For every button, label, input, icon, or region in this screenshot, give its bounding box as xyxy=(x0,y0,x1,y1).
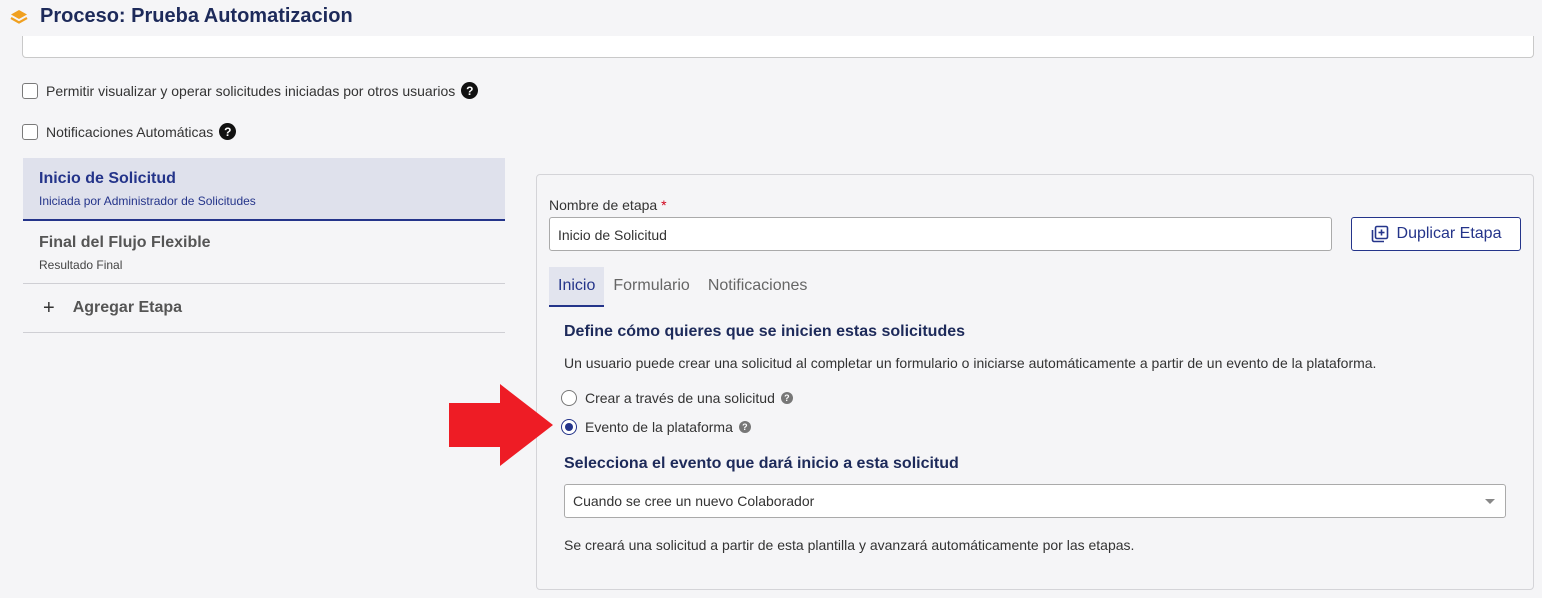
stage-name-label: Nombre de etapa * xyxy=(549,197,667,213)
tab-formulario[interactable]: Formulario xyxy=(604,267,698,307)
plus-icon: + xyxy=(43,296,55,319)
auto-notifications-label: Notificaciones Automáticas xyxy=(46,123,214,140)
stage-subtitle: Iniciada por Administrador de Solicitude… xyxy=(39,194,256,208)
duplicate-stage-button[interactable]: Duplicar Etapa xyxy=(1351,217,1521,251)
add-stage-button[interactable]: + Agregar Etapa xyxy=(23,284,505,333)
define-title: Define cómo quieres que se inicien estas… xyxy=(564,323,966,340)
auto-notifications-checkbox[interactable] xyxy=(22,123,38,140)
tab-notificaciones[interactable]: Notificaciones xyxy=(699,267,817,307)
stage-name-input[interactable]: Inicio de Solicitud xyxy=(549,217,1332,251)
radio-event[interactable] xyxy=(561,419,577,435)
caret-down-icon xyxy=(1485,499,1495,504)
stage-item-inicio[interactable]: Inicio de Solicitud Iniciada por Adminis… xyxy=(23,158,505,221)
radio-request-label: Crear a través de una solicitud xyxy=(585,390,775,406)
required-mark: * xyxy=(661,197,667,213)
help-icon[interactable]: ? xyxy=(738,421,751,433)
duplicate-icon xyxy=(1371,225,1388,243)
allow-view-label: Permitir visualizar y operar solicitudes… xyxy=(46,82,456,99)
event-title: Selecciona el evento que dará inicio a e… xyxy=(564,455,959,472)
help-icon[interactable]: ? xyxy=(219,123,237,140)
event-note: Se creará una solicitud a partir de esta… xyxy=(564,537,1135,553)
stage-subtitle: Resultado Final xyxy=(39,258,123,272)
radio-request[interactable] xyxy=(561,390,577,406)
tab-inicio[interactable]: Inicio xyxy=(549,267,605,307)
event-select[interactable]: Cuando se cree un nuevo Colaborador xyxy=(564,484,1506,518)
stage-list: Inicio de Solicitud Iniciada por Adminis… xyxy=(23,158,505,333)
allow-view-checkbox[interactable] xyxy=(22,82,38,99)
previous-field[interactable] xyxy=(22,36,1534,58)
layers-icon xyxy=(10,10,28,24)
stage-item-final[interactable]: Final del Flujo Flexible Resultado Final xyxy=(23,221,505,284)
header: Proceso: Prueba Automatizacion xyxy=(0,0,1542,36)
stage-panel: Nombre de etapa * Inicio de Solicitud Du… xyxy=(536,174,1534,590)
event-select-value: Cuando se cree un nuevo Colaborador xyxy=(573,493,815,509)
stage-name: Final del Flujo Flexible xyxy=(39,234,211,251)
help-icon[interactable]: ? xyxy=(461,82,479,99)
stage-name: Inicio de Solicitud xyxy=(39,170,176,187)
radio-event-label: Evento de la plataforma xyxy=(585,419,733,435)
red-arrow-annotation xyxy=(449,384,553,466)
auto-notifications-option[interactable]: Notificaciones Automáticas ? xyxy=(22,123,237,140)
radio-event-option[interactable]: Evento de la plataforma ? xyxy=(561,419,751,435)
duplicate-stage-label: Duplicar Etapa xyxy=(1396,225,1502,242)
add-stage-label: Agregar Etapa xyxy=(72,299,183,316)
stage-name-label-text: Nombre de etapa xyxy=(549,197,658,213)
allow-view-option[interactable]: Permitir visualizar y operar solicitudes… xyxy=(22,82,479,99)
page-title: Proceso: Prueba Automatizacion xyxy=(40,5,353,27)
radio-request-option[interactable]: Crear a través de una solicitud ? xyxy=(561,390,793,406)
stage-tabs: Inicio Formulario Notificaciones xyxy=(549,267,816,307)
define-description: Un usuario puede crear una solicitud al … xyxy=(564,355,1377,371)
help-icon[interactable]: ? xyxy=(780,392,793,404)
